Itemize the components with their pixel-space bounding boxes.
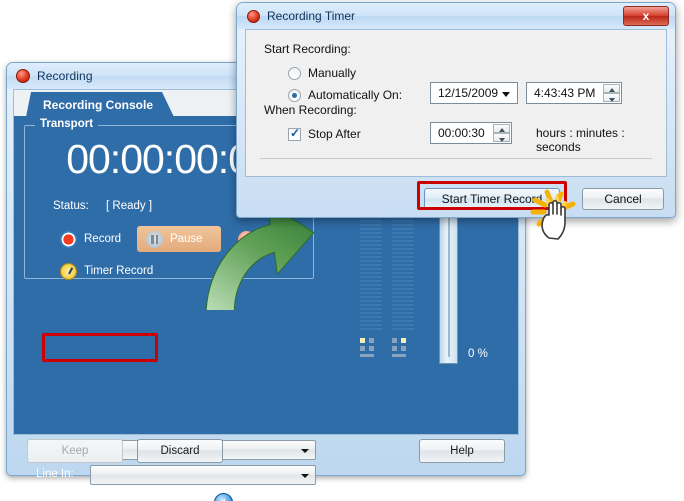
hand-click-cursor	[530, 189, 576, 240]
close-button-label: x	[642, 9, 650, 23]
cancel-button-label: Cancel	[604, 192, 642, 206]
radio-icon	[288, 66, 301, 80]
start-time-field[interactable]: 4:43:43 PM	[526, 82, 622, 104]
recording-window-footer: Keep Discard Help	[13, 435, 519, 469]
volume-slider-bottom-label: 0 %	[468, 348, 488, 360]
record-button[interactable]: Record	[51, 226, 130, 252]
manually-radio[interactable]: Manually	[288, 66, 356, 80]
hms-hint-label: hours : minutes : seconds	[536, 126, 625, 154]
stop-after-duration-value: 00:00:30	[438, 126, 485, 140]
speaker-icon	[214, 493, 233, 501]
dialog-body: Start Recording: Manually Automatically …	[245, 29, 667, 177]
start-date-field[interactable]: 12/15/2009	[430, 82, 518, 104]
keep-button-label: Keep	[61, 445, 89, 457]
time-stepper[interactable]	[603, 84, 620, 102]
discard-button-label: Discard	[160, 445, 200, 457]
stepper-down-icon[interactable]	[603, 93, 620, 102]
stop-after-checkbox[interactable]: Stop After	[288, 126, 361, 141]
dialog-divider	[260, 158, 652, 159]
automatically-on-radio[interactable]: Automatically On:	[288, 88, 402, 102]
clock-icon	[60, 262, 77, 280]
keep-button[interactable]: Keep	[27, 439, 123, 463]
discard-button[interactable]: Discard	[137, 439, 223, 463]
dialog-title: Recording Timer	[267, 9, 356, 23]
checkbox-checked-icon	[288, 126, 301, 141]
record-button-label: Record	[84, 233, 122, 245]
chevron-down-icon	[502, 92, 510, 97]
chevron-down-icon	[301, 474, 309, 478]
start-recording-section-label: Start Recording:	[264, 42, 351, 56]
tab-recording-console-label: Recording Console	[42, 97, 153, 112]
status-label: Status:	[53, 200, 89, 212]
record-dot-icon	[247, 9, 260, 23]
windows-mixer-label: Windows Mixer	[242, 497, 320, 501]
close-icon[interactable]: x	[623, 6, 669, 26]
timer-record-button-label: Timer Record	[84, 265, 154, 277]
timer-record-highlight	[42, 333, 158, 362]
status-row: Status: [ Ready ]	[53, 200, 152, 212]
pause-circle-icon	[146, 230, 163, 248]
start-time-value: 4:43:43 PM	[534, 86, 596, 100]
dialog-titlebar[interactable]: Recording Timer x	[237, 3, 675, 29]
start-date-value: 12/15/2009	[438, 86, 499, 100]
tab-recording-console[interactable]: Recording Console	[26, 92, 174, 117]
help-button[interactable]: Help	[419, 439, 505, 463]
help-button-label: Help	[450, 445, 474, 457]
stepper-down-icon[interactable]	[493, 133, 510, 142]
stop-after-duration-field[interactable]: 00:00:30	[430, 122, 512, 144]
vu-peak-indicator-right	[392, 338, 414, 360]
vu-peak-indicator-left	[360, 338, 382, 360]
when-recording-section-label: When Recording:	[264, 103, 357, 117]
radio-icon-selected	[288, 88, 301, 102]
record-dot-icon	[16, 69, 30, 83]
windows-mixer-button[interactable]: Windows Mixer	[214, 493, 320, 501]
cancel-button[interactable]: Cancel	[582, 188, 664, 210]
stepper-up-icon[interactable]	[603, 84, 620, 93]
automatically-on-radio-label: Automatically On:	[308, 88, 403, 102]
timer-record-button[interactable]: Timer Record	[51, 258, 162, 284]
transport-legend: Transport	[35, 118, 99, 130]
adjust-audio-source-link[interactable]: Adjust audio source in Vista/Win7	[44, 495, 208, 501]
recording-window-title: Recording	[37, 69, 93, 83]
line-in-label: Line In:	[36, 468, 74, 480]
duration-stepper[interactable]	[493, 124, 510, 142]
status-value: [ Ready ]	[106, 200, 153, 212]
manually-radio-label: Manually	[308, 66, 357, 80]
stepper-up-icon[interactable]	[493, 124, 510, 133]
stop-after-label: Stop After	[308, 127, 361, 141]
record-circle-icon	[60, 230, 77, 248]
screenshot-root: Recording Recording Console Transport 00…	[0, 0, 684, 501]
